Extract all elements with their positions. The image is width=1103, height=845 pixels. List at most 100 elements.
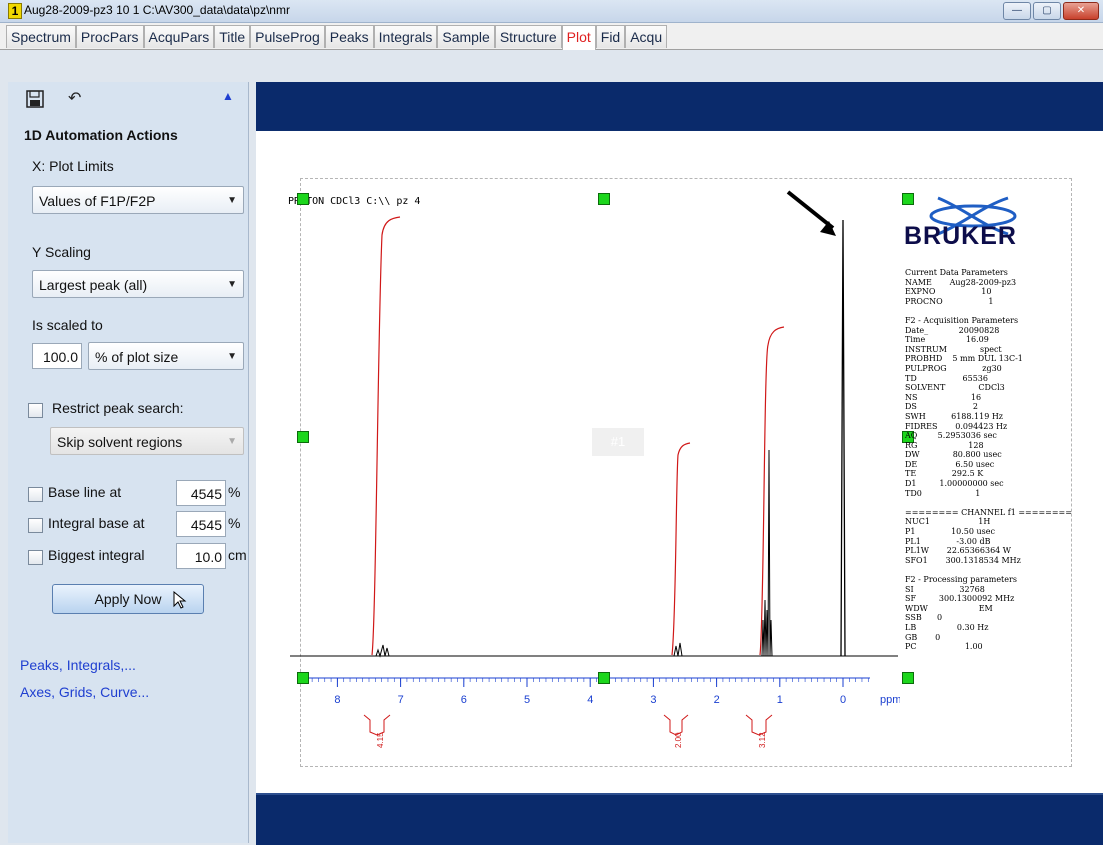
- y-scaling-dropdown[interactable]: Largest peak (all) ▼: [32, 270, 244, 298]
- resize-handle-bottom-center[interactable]: [598, 672, 610, 684]
- integral-bracket-1: 4.15: [363, 714, 391, 748]
- param-line: [905, 565, 1072, 575]
- param-line: P1 10.50 usec: [905, 527, 995, 537]
- peak-aromatic: [375, 644, 390, 658]
- biggest-integral-input[interactable]: 10.0: [176, 543, 226, 569]
- integral-base-checkbox[interactable]: [28, 518, 43, 533]
- apply-now-label: Apply Now: [94, 591, 162, 607]
- integral-base-input[interactable]: 4545: [176, 511, 226, 537]
- param-line: SWH 6188.119 Hz: [905, 411, 1004, 421]
- tab-structure[interactable]: Structure: [494, 25, 562, 48]
- param-line: WDW EM: [905, 603, 993, 613]
- param-line: PC 1.00: [905, 642, 983, 652]
- window-controls: — ▢ ✕: [1003, 2, 1099, 20]
- biggest-integral-checkbox[interactable]: [28, 550, 43, 565]
- axis-tick-label: 1: [777, 694, 783, 706]
- plot-bottom-strip: [256, 793, 1103, 845]
- tab-acqu[interactable]: Acqu: [625, 25, 668, 48]
- tab-sample[interactable]: Sample: [437, 25, 495, 48]
- apply-now-button[interactable]: Apply Now: [52, 584, 204, 614]
- param-line: TE 292.5 K: [905, 469, 984, 479]
- param-line: D1 1.00000000 sec: [905, 479, 1004, 489]
- tab-peaks[interactable]: Peaks: [324, 25, 374, 48]
- resize-handle-top-left[interactable]: [297, 193, 309, 205]
- baseline-unit: %: [228, 484, 241, 500]
- window-title: Aug28-2009-pz3 10 1 C:\AV300_data\data\p…: [24, 3, 290, 17]
- param-line: Time 16.09: [905, 335, 989, 345]
- param-line: INSTRUM spect: [905, 344, 1002, 354]
- param-line: PROCNO 1: [905, 296, 994, 306]
- undo-icon[interactable]: ↶: [68, 88, 81, 108]
- bruker-logo-text: BRUKER: [904, 222, 1017, 250]
- spectrum-plot[interactable]: 8 7 6 5 4 3 2 1 0 ppm 4.15 2.00 3.12: [280, 180, 900, 760]
- ppm-unit-label: ppm: [880, 694, 900, 706]
- axis-tick-label: 5: [524, 694, 530, 706]
- param-line: EXPNO 10: [905, 287, 992, 297]
- param-line: AQ 5.2953036 sec: [905, 431, 997, 441]
- integral-value-2: 2.00: [674, 732, 683, 748]
- param-line: NAME Aug28-2009-pz3: [905, 277, 1017, 287]
- mouse-cursor-icon: [173, 591, 187, 609]
- integral-bracket-3: 3.12: [745, 714, 773, 748]
- param-line: [905, 306, 1072, 316]
- baseline-input[interactable]: 4545: [176, 480, 226, 506]
- param-line: F2 - Processing parameters: [905, 575, 1017, 584]
- tab-plot[interactable]: Plot: [561, 25, 596, 50]
- integral-curve-1: [371, 216, 401, 656]
- baseline-checkbox[interactable]: [28, 487, 43, 502]
- param-line: TD 65536: [905, 373, 988, 383]
- param-line: SF 300.1300092 MHz: [905, 594, 1015, 604]
- peak-2-6ppm: [673, 642, 683, 657]
- param-line: DE 6.50 usec: [905, 459, 995, 469]
- tab-fid[interactable]: Fid: [595, 25, 626, 48]
- triangle-up-icon[interactable]: ▲: [222, 89, 234, 103]
- tab-spectrum[interactable]: Spectrum: [6, 25, 76, 48]
- tab-title[interactable]: Title: [214, 25, 251, 48]
- param-line: SFO1 300.1318534 MHz: [905, 555, 1021, 565]
- resize-handle-mid-left[interactable]: [297, 431, 309, 443]
- param-line: NUC1 1H: [905, 517, 991, 527]
- scaled-to-input[interactable]: 100.0: [32, 343, 82, 369]
- param-line: FIDRES 0.094423 Hz: [905, 421, 1008, 431]
- param-line: ======== CHANNEL f1 ========: [905, 507, 1072, 517]
- resize-handle-top-right[interactable]: [902, 193, 914, 205]
- tab-pulseprog[interactable]: PulseProg: [250, 25, 325, 48]
- param-line: TD0 1: [905, 488, 981, 498]
- restrict-peak-search-label: Restrict peak search:: [52, 400, 184, 416]
- minimize-button[interactable]: —: [1003, 2, 1031, 20]
- resize-handle-bottom-left[interactable]: [297, 672, 309, 684]
- floppy-icon[interactable]: [26, 90, 44, 108]
- param-line: PL1W 22.65366364 W: [905, 546, 1012, 556]
- param-line: SOLVENT CDCl3: [905, 383, 1005, 393]
- restrict-peak-search-checkbox[interactable]: [28, 403, 43, 418]
- peaks-integrals-link[interactable]: Peaks, Integrals,...: [20, 657, 136, 673]
- plot-top-strip: [256, 82, 1103, 130]
- axis-tick-label: 7: [398, 694, 404, 706]
- axes-grids-link[interactable]: Axes, Grids, Curve...: [20, 684, 149, 700]
- param-line: LB 0.30 Hz: [905, 622, 989, 632]
- ppm-axis-minor-ticks: [305, 678, 869, 682]
- integral-curve-3: [759, 326, 785, 656]
- param-line: PULPROG zg30: [905, 363, 1002, 373]
- x-plot-limits-label: X: Plot Limits: [32, 158, 114, 174]
- resize-handle-bottom-right[interactable]: [902, 672, 914, 684]
- biggest-integral-unit: cm: [228, 547, 247, 563]
- param-line: [905, 498, 1072, 508]
- param-line: PROBHD 5 mm DUL 13C-1: [905, 354, 1023, 364]
- tab-integrals[interactable]: Integrals: [373, 25, 438, 48]
- solvent-regions-dropdown[interactable]: Skip solvent regions ▼: [50, 427, 244, 455]
- tab-acqupars[interactable]: AcquPars: [143, 25, 215, 48]
- tab-procpars[interactable]: ProcPars: [75, 25, 144, 48]
- x-plot-limits-dropdown[interactable]: Values of F1P/F2P ▼: [32, 186, 244, 214]
- chevron-down-icon: ▼: [227, 195, 237, 206]
- param-line: SI 32768: [905, 584, 985, 594]
- panel-toolbar: ↶ ▲: [18, 87, 248, 111]
- close-button[interactable]: ✕: [1063, 2, 1099, 20]
- resize-handle-top-center[interactable]: [598, 193, 610, 205]
- scaled-unit-dropdown[interactable]: % of plot size ▼: [88, 342, 244, 370]
- integral-bracket-2: 2.00: [663, 714, 689, 748]
- x-plot-limits-value: Values of F1P/F2P: [39, 193, 156, 209]
- param-line: NS 16: [905, 392, 982, 402]
- tab-list: Spectrum ProcPars AcquPars Title PulseProg Pe…: [6, 25, 668, 50]
- maximize-button[interactable]: ▢: [1033, 2, 1061, 20]
